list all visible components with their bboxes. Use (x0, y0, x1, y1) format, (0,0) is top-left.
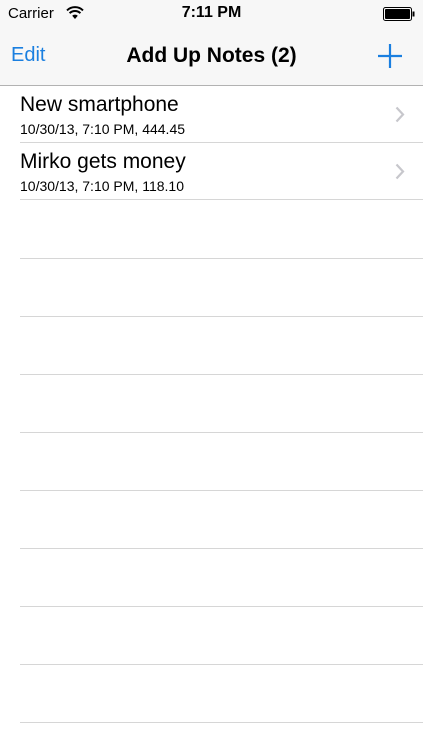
wifi-icon (66, 6, 84, 19)
list-item[interactable]: New smartphone 10/30/13, 7:10 PM, 444.45 (20, 86, 423, 143)
battery-icon (383, 7, 415, 21)
empty-row (20, 491, 423, 549)
list-item[interactable]: Mirko gets money 10/30/13, 7:10 PM, 118.… (20, 143, 423, 200)
empty-row (20, 433, 423, 491)
empty-row (20, 607, 423, 665)
empty-row (20, 317, 423, 375)
status-bar: Carrier 7:11 PM (0, 0, 423, 30)
page-title: Add Up Notes (2) (126, 44, 297, 67)
add-note-button[interactable] (375, 41, 405, 71)
note-title: New smartphone (20, 93, 179, 116)
edit-button[interactable]: Edit (11, 44, 45, 67)
note-subtitle: 10/30/13, 7:10 PM, 118.10 (20, 178, 184, 194)
chevron-right-icon (395, 163, 405, 180)
notes-list: New smartphone 10/30/13, 7:10 PM, 444.45… (0, 86, 423, 200)
empty-table-rows (0, 201, 423, 723)
carrier-label: Carrier (8, 5, 54, 22)
plus-icon (378, 44, 402, 68)
chevron-right-icon (395, 106, 405, 123)
note-title: Mirko gets money (20, 150, 186, 173)
empty-row (20, 259, 423, 317)
empty-row (20, 375, 423, 433)
empty-row (20, 665, 423, 723)
navigation-bar: Edit Add Up Notes (2) (0, 30, 423, 86)
empty-row (20, 549, 423, 607)
note-subtitle: 10/30/13, 7:10 PM, 444.45 (20, 121, 186, 137)
status-time: 7:11 PM (181, 4, 242, 21)
empty-row (20, 201, 423, 259)
